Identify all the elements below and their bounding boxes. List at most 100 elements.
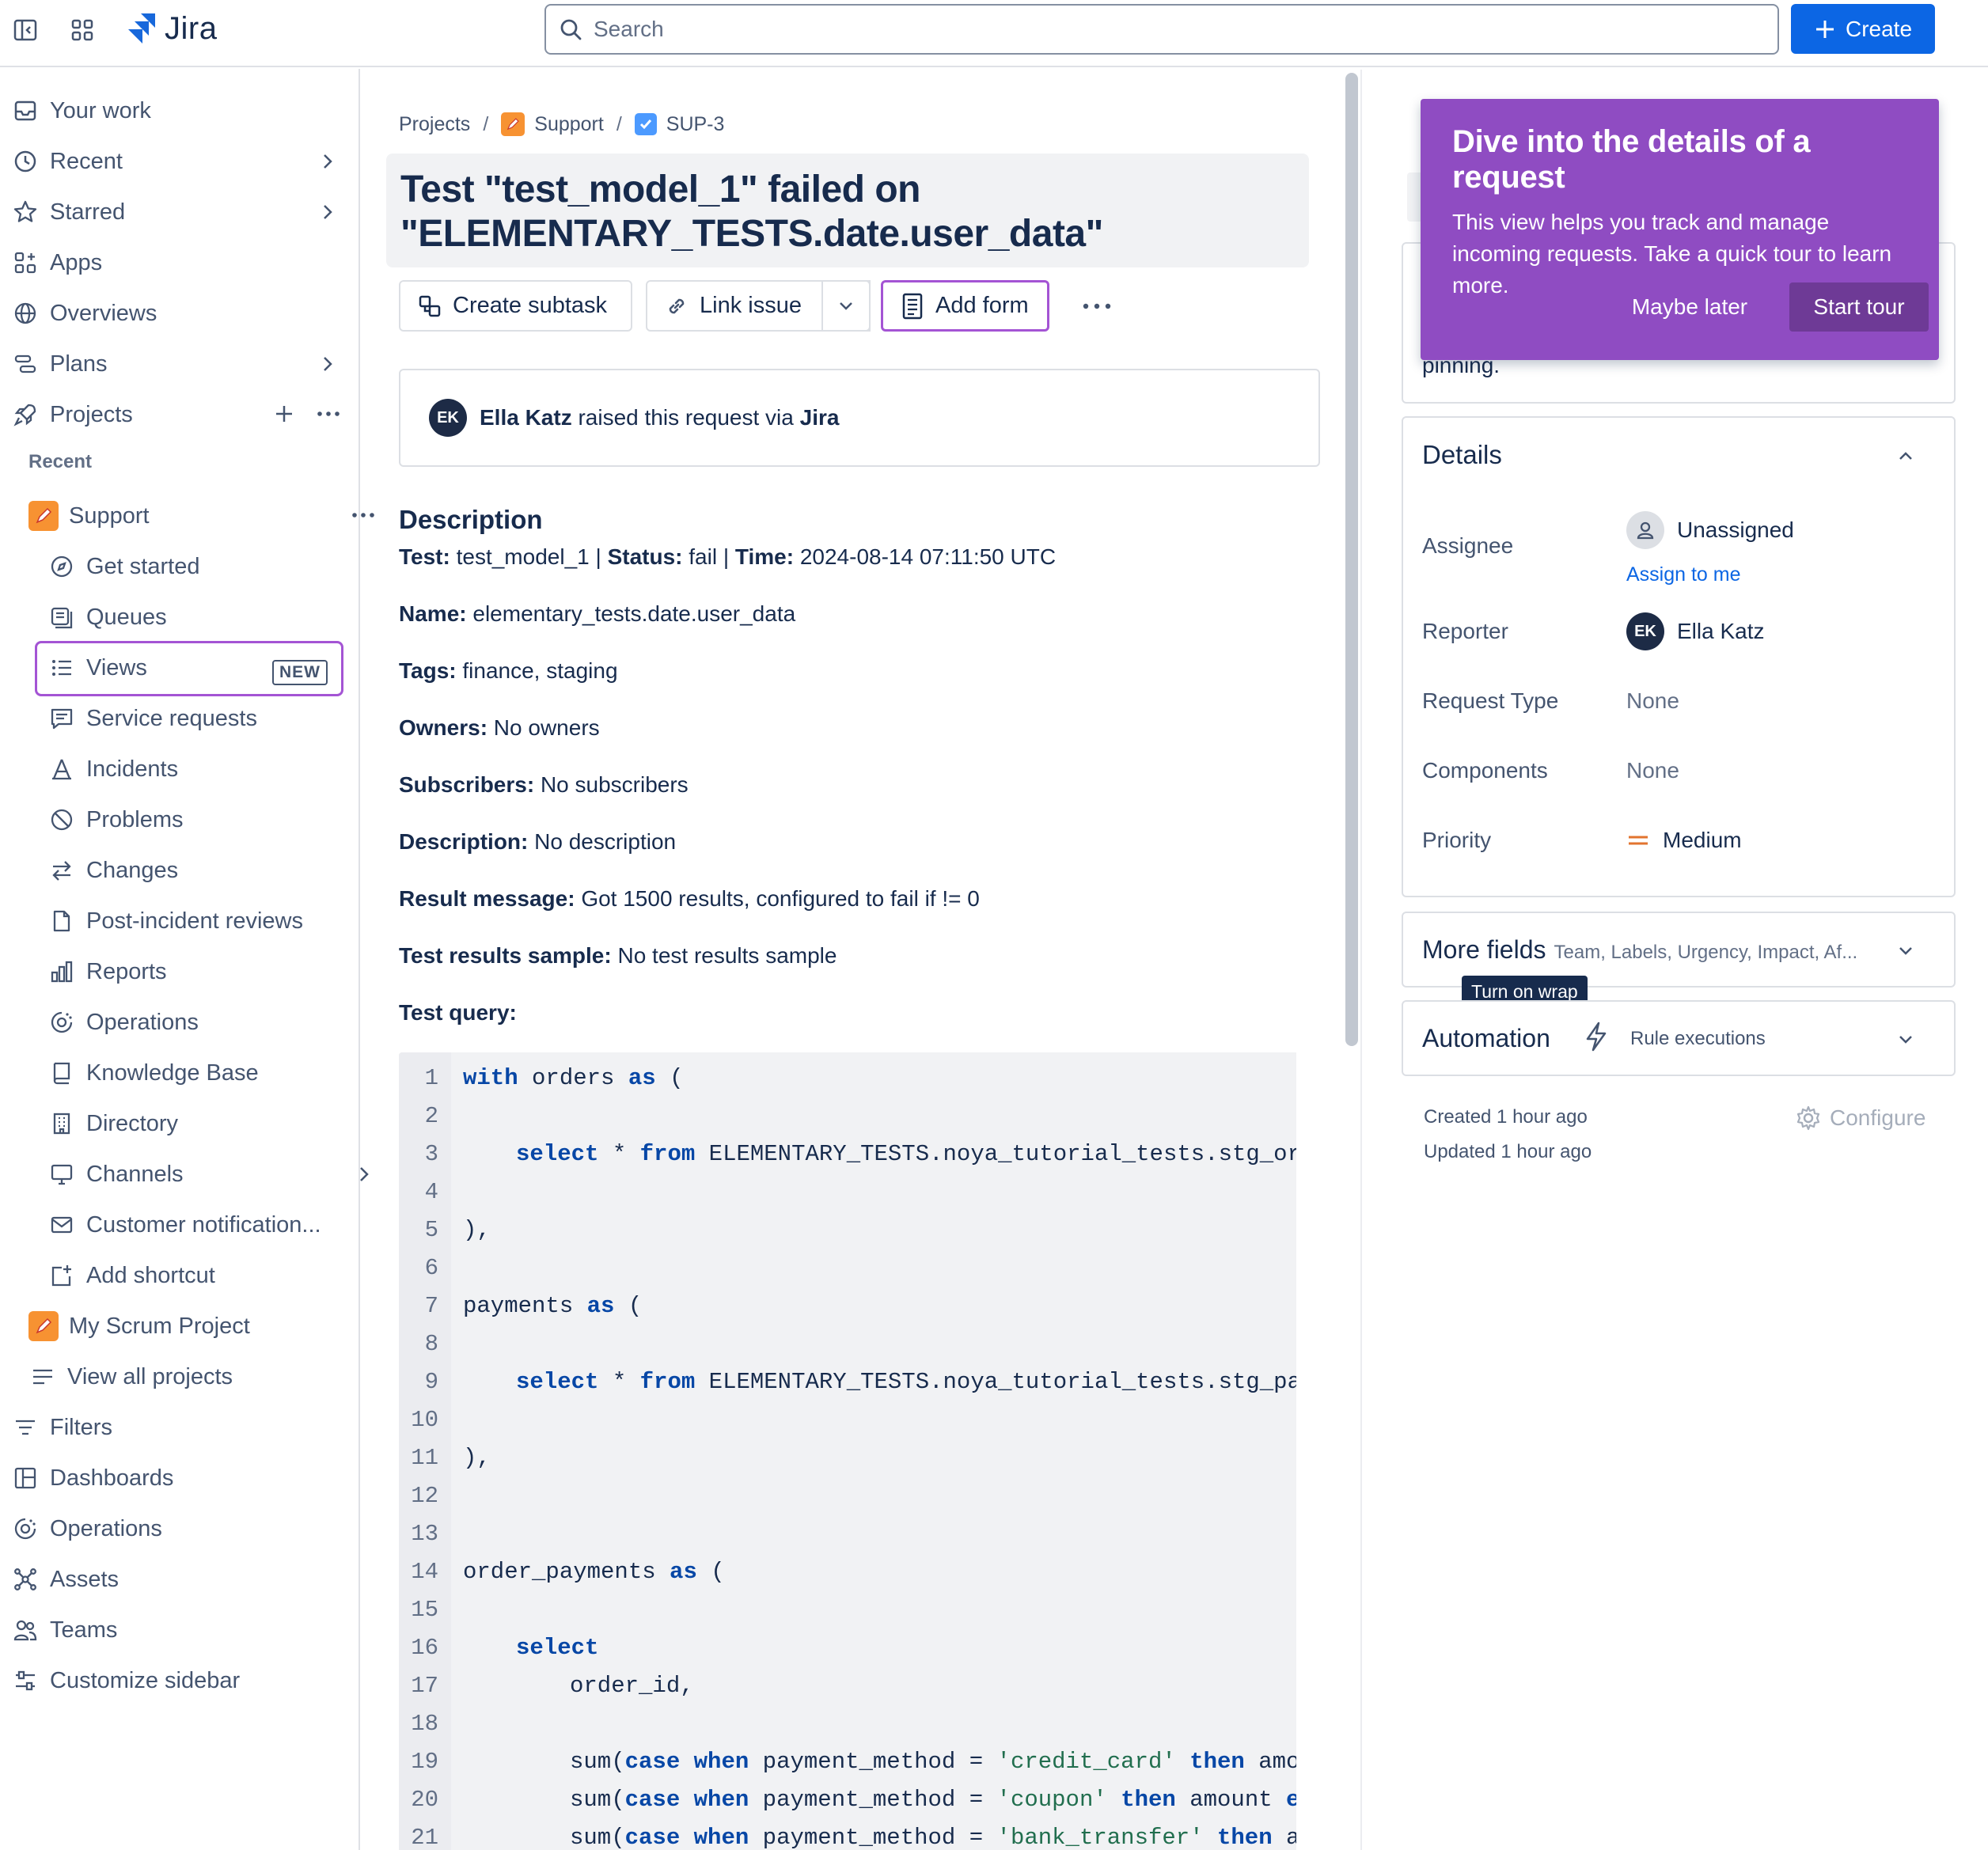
breadcrumb-support[interactable]: Support xyxy=(534,113,604,136)
description-field[interactable]: Owners: No owners xyxy=(399,715,600,741)
description-field[interactable]: Name: elementary_tests.date.user_data xyxy=(399,601,795,627)
scrum-project-icon xyxy=(28,1311,59,1341)
details-title[interactable]: Details xyxy=(1422,440,1502,470)
start-tour-button[interactable]: Start tour xyxy=(1789,282,1929,332)
sidebar-item-views[interactable]: Views NEW xyxy=(47,646,340,690)
add-project-icon[interactable] xyxy=(274,404,294,424)
sidebar-item-post-incident-reviews[interactable]: Post-incident reviews xyxy=(47,899,396,943)
status-key: Status: xyxy=(607,544,683,569)
assignee-value[interactable]: Unassigned xyxy=(1626,511,1794,549)
sidebar-item-assets[interactable]: Assets xyxy=(11,1557,359,1602)
chevron-right-icon[interactable] xyxy=(318,150,337,172)
breadcrumb-projects[interactable]: Projects xyxy=(399,113,470,136)
sidebar-item-directory[interactable]: Directory xyxy=(47,1101,396,1146)
issue-title-box[interactable]: Test "test_model_1" failed on "ELEMENTAR… xyxy=(386,154,1309,267)
line-number: 15 xyxy=(411,1597,438,1623)
sliders-icon xyxy=(11,1666,40,1695)
sidebar-item-reports[interactable]: Reports xyxy=(47,950,396,994)
avatar: EK xyxy=(1626,612,1664,650)
search-bar[interactable] xyxy=(544,4,1779,55)
sidebar-item-plans[interactable]: Plans xyxy=(11,342,359,386)
line-number: 2 xyxy=(424,1103,438,1129)
incident-icon xyxy=(47,755,76,783)
inbox-icon xyxy=(11,97,40,125)
sidebar-item-overviews[interactable]: Overviews xyxy=(11,291,359,336)
description-field[interactable]: Test query: xyxy=(399,1000,517,1025)
components-value[interactable]: None xyxy=(1626,758,1679,783)
sidebar-toggle-icon[interactable] xyxy=(9,14,41,46)
more-options-icon[interactable] xyxy=(317,404,340,424)
sidebar-item-knowledge-base[interactable]: Knowledge Base xyxy=(47,1051,396,1095)
maybe-later-button[interactable]: Maybe later xyxy=(1618,282,1761,332)
sidebar-item-recent[interactable]: Recent xyxy=(11,139,359,184)
breadcrumb-issue-key[interactable]: SUP-3 xyxy=(666,113,725,136)
globe-icon xyxy=(11,299,40,328)
sidebar-item-starred[interactable]: Starred xyxy=(11,190,359,234)
sidebar-item-view-all-projects[interactable]: View all projects xyxy=(28,1355,377,1399)
avatar[interactable]: EK xyxy=(429,399,467,437)
link-issue-dropdown[interactable] xyxy=(821,280,871,332)
sidebar-item-operations-global[interactable]: Operations xyxy=(11,1507,359,1551)
chevron-down-icon[interactable] xyxy=(1895,1029,1917,1051)
sidebar-item-operations[interactable]: Operations xyxy=(47,1000,396,1044)
people-icon xyxy=(11,1616,40,1644)
description-test-line[interactable]: Test: test_model_1 | Status: fail | Time… xyxy=(399,544,1056,570)
description-field[interactable]: Tags: finance, staging xyxy=(399,658,618,684)
sidebar-item-your-work[interactable]: Your work xyxy=(11,89,359,133)
chevron-right-icon[interactable] xyxy=(318,353,337,375)
more-options-icon[interactable] xyxy=(351,505,375,525)
sidebar-item-service-requests[interactable]: Service requests xyxy=(47,696,396,741)
reporter-value[interactable]: EK Ella Katz xyxy=(1626,612,1765,650)
jira-logo[interactable]: Jira xyxy=(125,11,217,47)
sidebar-item-add-shortcut[interactable]: Add shortcut xyxy=(47,1253,396,1298)
sidebar-item-customer-notifications[interactable]: Customer notification... xyxy=(47,1203,396,1247)
code-text: payments as ( xyxy=(463,1293,643,1319)
chevron-right-icon[interactable] xyxy=(318,201,337,223)
add-form-button[interactable]: Add form xyxy=(881,280,1049,332)
create-subtask-button[interactable]: Create subtask xyxy=(399,280,632,332)
search-input[interactable] xyxy=(594,17,1702,42)
sidebar-item-queues[interactable]: Queues xyxy=(47,595,396,639)
line-number: 12 xyxy=(411,1483,438,1509)
apps-icon xyxy=(11,248,40,277)
chevron-up-icon[interactable] xyxy=(1895,445,1917,467)
sidebar-item-filters[interactable]: Filters xyxy=(11,1405,359,1450)
description-field[interactable]: Subscribers: No subscribers xyxy=(399,772,689,798)
description-field[interactable]: Test results sample: No test results sam… xyxy=(399,943,837,969)
sidebar-item-my-scrum-project[interactable]: My Scrum Project xyxy=(28,1304,377,1348)
assign-to-me-link[interactable]: Assign to me xyxy=(1626,563,1741,586)
create-button[interactable]: Create xyxy=(1791,4,1935,54)
chevron-down-icon[interactable] xyxy=(1895,940,1917,962)
sidebar-item-changes[interactable]: Changes xyxy=(47,848,396,893)
issue-title[interactable]: Test "test_model_1" failed on "ELEMENTAR… xyxy=(400,168,1295,256)
sidebar-item-projects[interactable]: Projects xyxy=(11,392,359,437)
more-fields-header[interactable]: More fields Team, Labels, Urgency, Impac… xyxy=(1422,935,1857,965)
search-icon xyxy=(560,19,582,40)
sidebar-item-dashboards[interactable]: Dashboards xyxy=(11,1456,359,1500)
bar-chart-icon xyxy=(47,957,76,986)
menu-lines-icon xyxy=(28,1363,57,1391)
sidebar-item-apps[interactable]: Apps xyxy=(11,241,359,285)
sidebar-item-get-started[interactable]: Get started xyxy=(47,544,396,589)
field-key: Test query: xyxy=(399,1000,517,1025)
sidebar-item-incidents[interactable]: Incidents xyxy=(47,747,396,791)
priority-value[interactable]: Medium xyxy=(1626,828,1742,853)
scrollbar-thumb[interactable] xyxy=(1345,73,1358,1046)
description-field[interactable]: Result message: Got 1500 results, config… xyxy=(399,886,980,912)
line-number: 3 xyxy=(424,1141,438,1167)
app-switcher-icon[interactable] xyxy=(66,14,98,46)
dashboard-icon xyxy=(11,1464,40,1492)
sidebar-item-support[interactable]: Support xyxy=(28,494,377,538)
chevron-right-icon[interactable] xyxy=(355,1163,374,1185)
sidebar-item-teams[interactable]: Teams xyxy=(11,1608,359,1652)
configure-button[interactable]: Configure xyxy=(1795,1105,1925,1132)
sidebar-item-problems[interactable]: Problems xyxy=(47,798,396,842)
code-block[interactable]: 1 with orders as ( 2 3 select * from ELEME… xyxy=(399,1052,1296,1850)
sidebar-item-channels[interactable]: Channels xyxy=(47,1152,396,1196)
description-field[interactable]: Description: No description xyxy=(399,829,676,855)
line-number: 17 xyxy=(411,1673,438,1699)
more-actions-icon[interactable] xyxy=(1076,293,1117,320)
sidebar-item-customize-sidebar[interactable]: Customize sidebar xyxy=(11,1659,359,1703)
request-type-value[interactable]: None xyxy=(1626,688,1679,714)
raised-by-name[interactable]: Ella Katz xyxy=(480,405,572,430)
